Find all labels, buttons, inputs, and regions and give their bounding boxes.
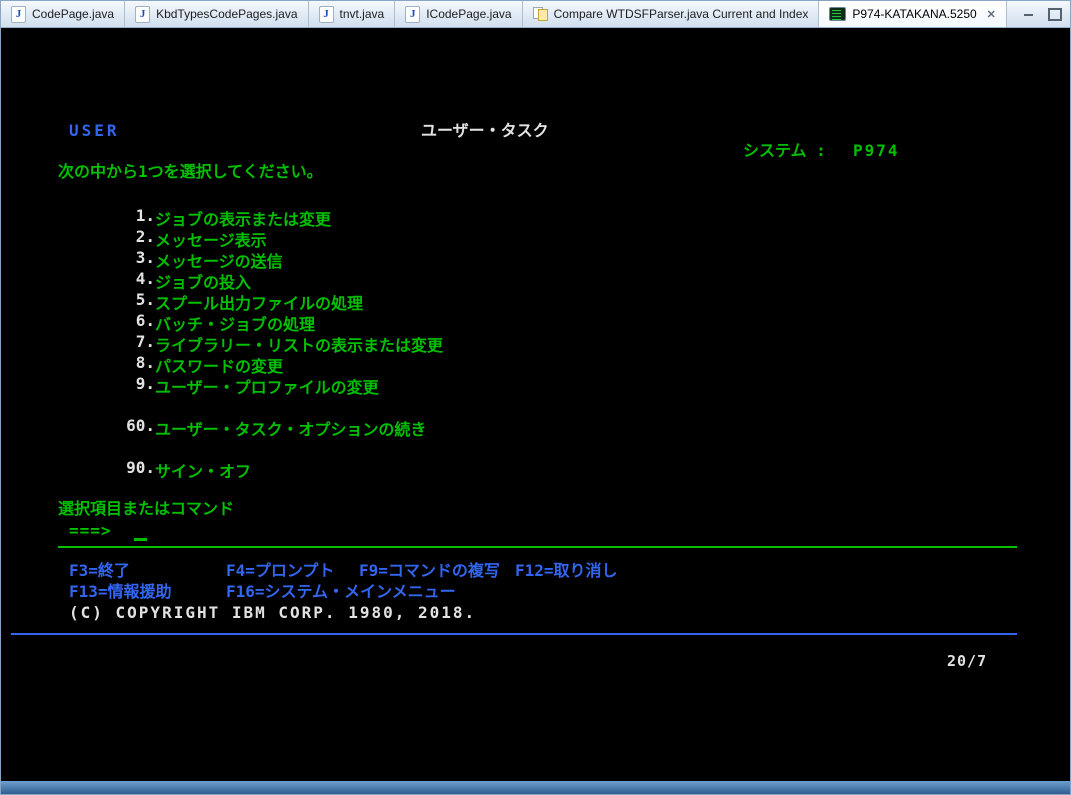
function-key-f4: F4=プロンプト	[226, 561, 335, 580]
java-file-icon: J	[11, 5, 26, 23]
java-file-icon: J	[135, 5, 151, 23]
cursor-position-indicator: 20/7	[947, 652, 988, 670]
function-key-f12: F12=取り消し	[515, 561, 618, 580]
menu-item-number: 60.	[126, 416, 155, 435]
editor-tab-bar: J CodePage.java J KbdTypesCodePages.java…	[1, 1, 1070, 28]
terminal-session-icon	[829, 7, 847, 21]
tab-label: Compare WTDSFParser.java Current and Ind…	[553, 7, 809, 21]
compare-icon	[532, 7, 548, 21]
separator-line-green	[58, 546, 1017, 548]
tab-p974-katakana-session[interactable]: P974-KATAKANA.5250 ✕	[819, 1, 1007, 27]
menu-instruction: 次の中から1つを選択してください。	[58, 162, 323, 181]
tab-kbdtypescodepages-java[interactable]: J KbdTypesCodePages.java	[125, 1, 309, 27]
separator-line-blue	[11, 633, 1017, 635]
minimize-icon[interactable]	[1023, 9, 1034, 20]
maximize-icon[interactable]	[1047, 7, 1062, 21]
java-file-icon: J	[318, 5, 334, 23]
user-label: USER	[69, 121, 120, 140]
selection-label: 選択項目またはコマンド	[58, 499, 235, 518]
system-label: システム :	[743, 141, 826, 160]
tab-label: tnvt.java	[339, 7, 385, 21]
tab-compare-wtdsfparser[interactable]: Compare WTDSFParser.java Current and Ind…	[523, 1, 820, 27]
window-controls	[1007, 1, 1071, 27]
tab-label: ICodePage.java	[426, 7, 512, 21]
menu-item-number: 90.	[126, 458, 155, 477]
tab-tnvt-java[interactable]: J tnvt.java	[309, 1, 396, 27]
function-key-f13: F13=情報援助	[69, 582, 172, 601]
tab-icodepage-java[interactable]: J ICodePage.java	[395, 1, 523, 27]
function-key-f16: F16=システム・メインメニュー	[226, 582, 456, 601]
menu-item-label: ユーザー・プロファイルの変更	[155, 378, 379, 397]
system-name: P974	[853, 141, 900, 160]
menu-item[interactable]: 9. ユーザー・プロファイルの変更	[109, 374, 379, 398]
screen-title: ユーザー・タスク	[421, 121, 549, 140]
tab-codepage-java[interactable]: J CodePage.java	[1, 1, 126, 27]
tab-label: KbdTypesCodePages.java	[156, 7, 298, 21]
command-prompt[interactable]: ===>	[69, 522, 112, 540]
tab-label: P974-KATAKANA.5250	[852, 7, 977, 21]
function-key-f3: F3=終了	[69, 561, 130, 580]
copyright-notice: (C) COPYRIGHT IBM CORP. 1980, 2018.	[69, 603, 477, 622]
terminal-screen-5250[interactable]: USER ユーザー・タスク システム : P974 次の中から1つを選択してくだ…	[11, 32, 1063, 782]
window-bottom-trim	[1, 781, 1070, 794]
menu-item[interactable]: 90. サイン・オフ	[109, 458, 251, 482]
close-icon[interactable]: ✕	[987, 8, 996, 21]
menu-item-number: 9.	[135, 374, 155, 393]
menu-item[interactable]: 60. ユーザー・タスク・オプションの続き	[109, 416, 426, 440]
function-key-f9: F9=コマンドの複写	[359, 561, 500, 580]
menu-item-label: サイン・オフ	[155, 462, 252, 481]
java-file-icon: J	[405, 5, 421, 23]
text-cursor	[134, 538, 147, 541]
tab-label: CodePage.java	[32, 7, 115, 21]
menu-item-label: ユーザー・タスク・オプションの続き	[155, 420, 427, 439]
eclipse-window: J CodePage.java J KbdTypesCodePages.java…	[0, 0, 1071, 795]
